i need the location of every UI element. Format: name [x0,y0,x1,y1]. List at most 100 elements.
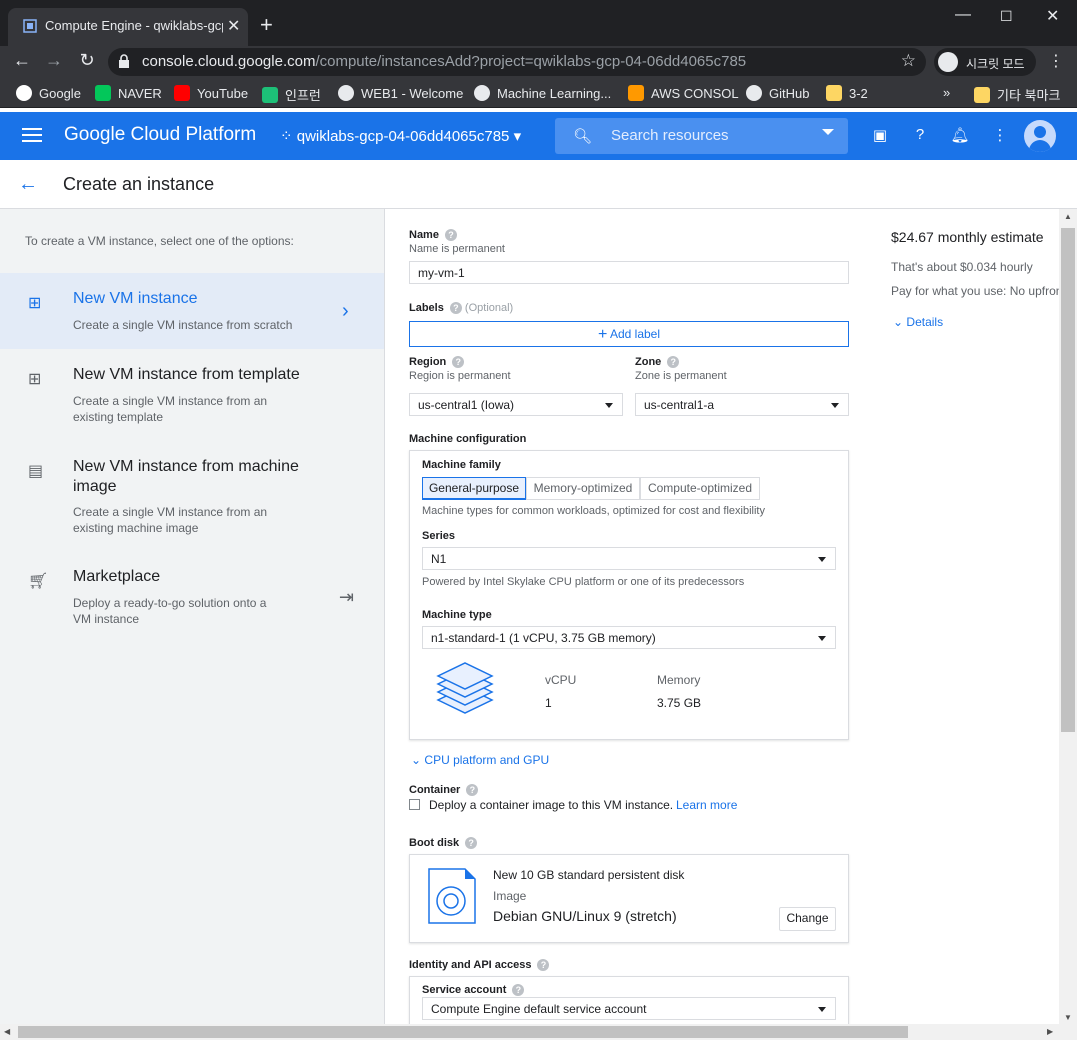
name-field[interactable]: my-vm-1 [409,261,849,284]
region-label: Region? [409,356,465,368]
forward-arrow-icon[interactable]: → [42,50,66,71]
machine-type-label: Machine type [422,609,492,621]
tab-compute-optimized[interactable]: Compute-optimized [640,477,760,500]
cloud-shell-icon[interactable]: ▣ [870,126,890,146]
chevron-right-icon: › [342,300,349,322]
project-selector[interactable]: ⁘ qwiklabs-gcp-04-06dd4065c785 ▾ [280,127,521,145]
bookmark-folder-3-2[interactable]: 3-2 [826,85,868,101]
reload-icon[interactable]: ↻ [75,50,99,71]
help-icon[interactable]: ? [910,126,930,146]
search-resources[interactable]: 🔍︎ Search resources [555,118,848,154]
help-icon: ? [537,959,550,971]
incognito-indicator[interactable]: 시크릿 모드 [934,48,1036,76]
search-icon: 🔍︎ [573,128,593,145]
vcpu-label: vCPU [545,673,577,687]
back-arrow-icon[interactable]: ← [10,50,34,71]
option-vm-from-template[interactable]: ⊞ New VM instance from template Create a… [0,349,384,441]
bookmark-youtube[interactable]: YouTube [174,85,248,101]
add-box-icon: ⊞ [28,295,42,312]
monthly-estimate: $24.67 monthly estimate [891,229,1044,245]
bookmark-naver[interactable]: NAVER [95,85,162,101]
other-bookmarks[interactable]: 기타 북마크 [974,85,1060,104]
option-vm-from-machine-image[interactable]: ▤ New VM instance from machine image Cre… [0,441,384,551]
browser-toolbar: ← → ↻ console.cloud.google.com/compute/i… [0,46,1077,78]
plus-icon: + [597,326,608,343]
scroll-up-icon[interactable]: ▲ [1064,212,1072,221]
bookmark-aws[interactable]: AWS CONSOL [628,85,739,101]
tab-general-purpose[interactable]: General-purpose [422,477,526,500]
scroll-left-icon[interactable]: ◀ [4,1027,10,1036]
menu-icon[interactable] [22,128,42,142]
back-arrow-icon[interactable]: ← [18,173,38,196]
zone-select[interactable]: us-central1-a [635,393,849,416]
identity-label: Identity and API access? [409,959,550,971]
option-marketplace[interactable]: 🛒︎ Marketplace Deploy a ready-to-go solu… [0,551,384,641]
gcp-brand[interactable]: Google Cloud Platform [64,124,256,146]
inflearn-icon [262,87,278,103]
browser-tab-strip: Compute Engine - qwiklabs-gcp ✕ + — ☐ ✕ [0,0,1077,46]
tab-memory-optimized[interactable]: Memory-optimized [526,477,640,500]
globe-icon [474,85,490,101]
youtube-icon [174,85,190,101]
vcpu-value: 1 [545,696,552,710]
vertical-scroll-thumb[interactable] [1061,228,1075,732]
bookmark-google[interactable]: Google [16,85,81,101]
learn-more-link[interactable]: Learn more [676,798,737,812]
dropdown-arrow-icon [831,403,839,408]
bookmark-github[interactable]: GitHub [746,85,809,101]
bookmark-web1[interactable]: WEB1 - Welcome [338,85,463,101]
disk-icon [428,868,476,924]
window-close-icon[interactable]: ✕ [1046,6,1059,26]
change-boot-disk-button[interactable]: Change [779,907,836,931]
maximize-icon[interactable]: ☐ [1000,8,1013,25]
memory-value: 3.75 GB [657,696,702,710]
cpu-platform-gpu-link[interactable]: ⌄ CPU platform and GPU [411,753,549,767]
chevron-down-icon: ⌄ [411,753,422,767]
browser-menu-icon[interactable]: ⋮ [1048,51,1064,71]
address-bar[interactable]: console.cloud.google.com/compute/instanc… [108,48,926,76]
new-tab-icon[interactable]: + [260,12,273,38]
folder-icon [974,87,990,103]
option-title: New VM instance from machine image [73,458,299,495]
globe-icon [338,85,354,101]
machine-type-select[interactable]: n1-standard-1 (1 vCPU, 3.75 GB memory) [422,626,836,649]
labels-label: Labels? (Optional) [409,302,514,314]
scroll-right-icon[interactable]: ▶ [1047,1027,1053,1036]
scroll-down-icon[interactable]: ▼ [1064,1013,1072,1022]
series-select[interactable]: N1 [422,547,836,570]
compute-engine-icon [23,19,37,33]
horizontal-scroll-thumb[interactable] [18,1026,908,1038]
option-desc: Deploy a ready-to-go solution onto a VM … [73,596,267,626]
bookmark-machine-learning[interactable]: Machine Learning... [474,85,611,101]
hourly-estimate: That's about $0.034 hourly [891,260,1033,274]
boot-disk-label: Boot disk? [409,837,478,849]
more-bookmarks[interactable]: » [943,85,950,100]
name-label: Name? [409,229,457,241]
name-sub: Name is permanent [409,243,505,255]
container-text: Deploy a container image to this VM inst… [429,798,674,812]
url-text: console.cloud.google.com/compute/instanc… [142,53,747,70]
naver-icon [95,85,111,101]
open-in-new-icon: ⇥ [339,587,355,607]
lock-icon [119,54,129,68]
help-icon: ? [452,356,465,368]
tab-title: Compute Engine - qwiklabs-gcp [45,18,223,33]
close-tab-icon[interactable]: ✕ [227,16,240,36]
option-desc: Create a single VM instance from an exis… [73,505,268,535]
bookmark-inflearn[interactable]: 인프런 [262,85,321,104]
region-select[interactable]: us-central1 (Iowa) [409,393,623,416]
notifications-icon[interactable]: 🔔︎ [950,126,970,146]
avatar[interactable] [1024,120,1056,152]
option-new-vm-instance[interactable]: ⊞ New VM instance Create a single VM ins… [0,273,384,349]
search-dropdown-icon[interactable] [822,129,834,135]
minimize-icon[interactable]: — [955,6,971,24]
more-options-icon[interactable]: ⋮ [990,126,1010,146]
browser-tab[interactable]: Compute Engine - qwiklabs-gcp ✕ [8,8,248,46]
region-sub: Region is permanent [409,370,511,382]
bookmark-star-icon[interactable]: ☆ [901,51,916,71]
details-link[interactable]: ⌄ Details [893,315,943,329]
add-label-button[interactable]: + Add label [409,321,849,347]
container-checkbox[interactable] [409,799,420,810]
service-account-select[interactable]: Compute Engine default service account [422,997,836,1020]
page-header: ← Create an instance [0,160,1077,209]
